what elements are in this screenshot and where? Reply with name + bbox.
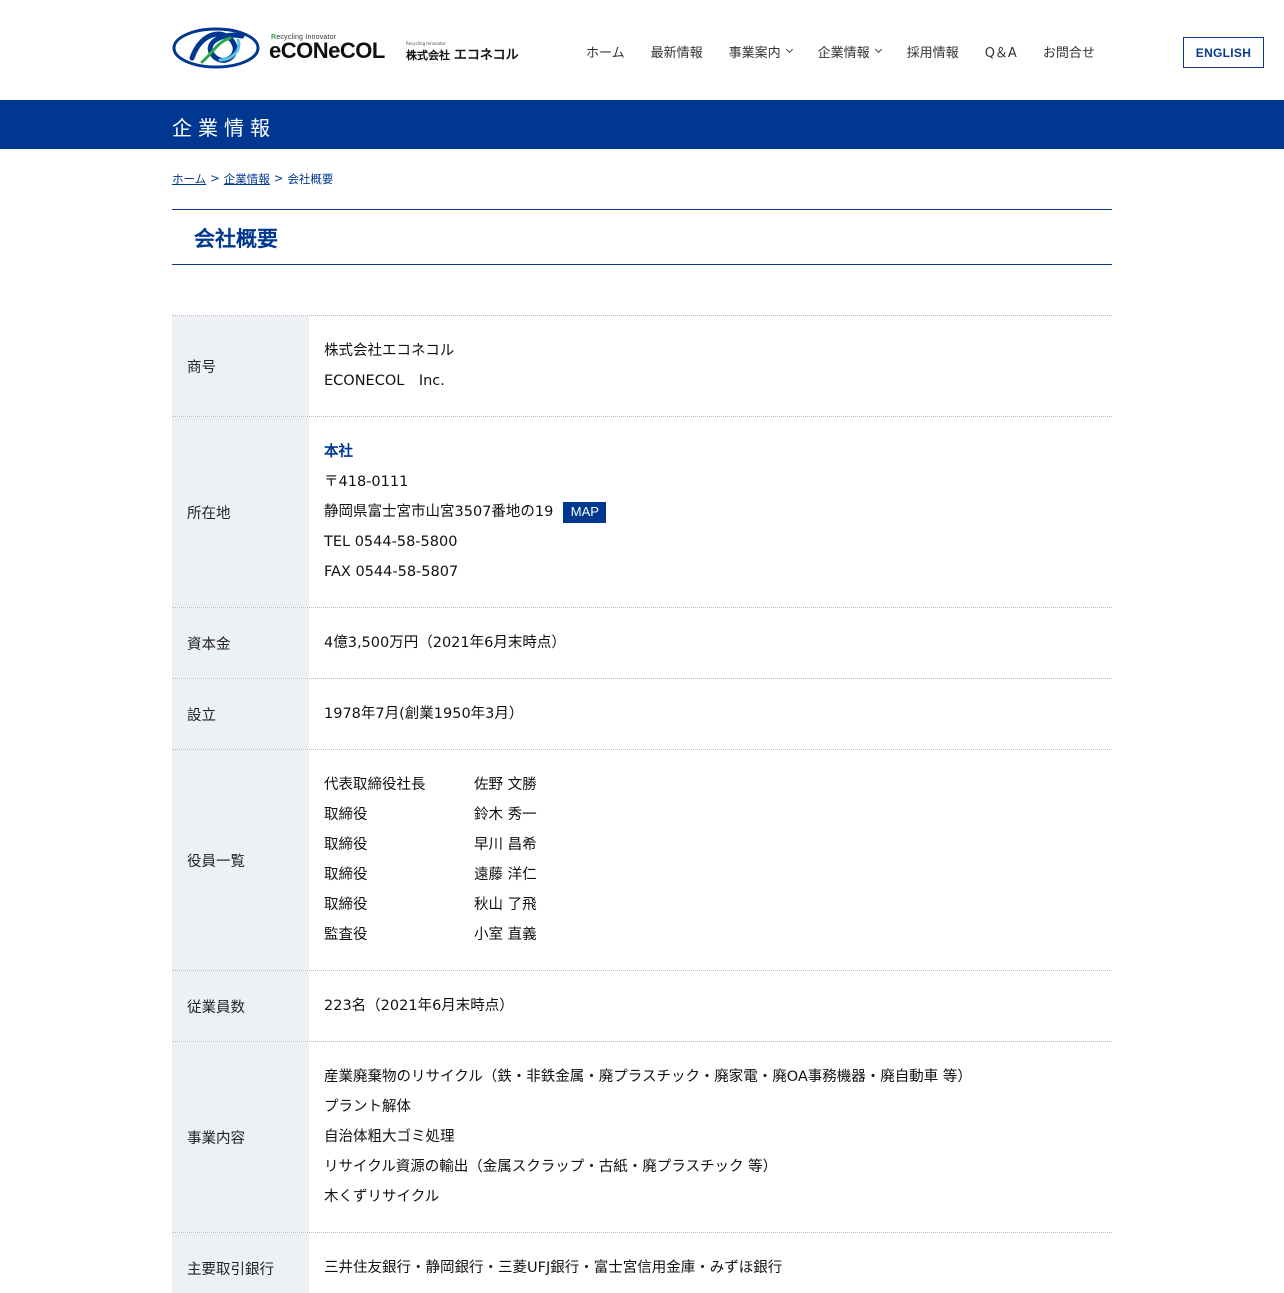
breadcrumb-separator: > [273, 171, 284, 185]
officer-item: 監査役 小室 直義 [324, 927, 537, 943]
site-logo[interactable]: Recycling Innovator eCONeCOL Recycling I… [172, 24, 522, 74]
nav-contact[interactable]: お問合せ [1043, 42, 1095, 61]
logo-japanese-name: Recycling Innovator 株式会社 エコネコル [406, 41, 519, 63]
table-row: 従業員数 223名（2021年6月末時点） [172, 971, 1112, 1042]
postal-code: 〒418-0111 [324, 474, 409, 490]
chevron-down-icon [874, 45, 882, 53]
breadcrumb-home[interactable]: ホーム [172, 171, 206, 187]
address-line: 静岡県富士宮市山宮3507番地の19 MAP [324, 497, 1097, 527]
row-value-capital: 4億3,500万円（2021年6月末時点） [324, 635, 566, 651]
row-value-banks: 三井住友銀行・静岡銀行・三菱UFJ銀行・富士宮信用金庫・みずほ銀行 [324, 1260, 783, 1276]
nav-qa[interactable]: Q＆A [985, 42, 1017, 61]
table-row: 事業内容 産業廃棄物のリサイクル（鉄・非鉄金属・廃プラスチック・廃家電・廃OA事… [172, 1042, 1112, 1233]
breadcrumb-current: 会社概要 [287, 172, 334, 186]
row-label-business: 事業内容 [172, 1042, 309, 1232]
row-value-officers: 代表取締役社長 佐野 文勝 取締役 鈴木 秀一 取締役 早川 昌希 取締役 遠藤 洋仁 … [309, 750, 1112, 970]
section-title: 企業情報 [172, 116, 276, 140]
row-label-capital: 資本金 [172, 608, 309, 678]
fax: FAX 0544-58-5807 [324, 564, 459, 580]
english-button[interactable]: ENGLISH [1183, 37, 1264, 68]
officer-item: 取締役 遠藤 洋仁 [324, 867, 537, 883]
breadcrumb: ホーム > 企業情報 > 会社概要 [172, 171, 333, 187]
page-heading: 会社概要 [172, 209, 1112, 265]
row-value-established: 1978年7月(創業1950年3月） [324, 706, 524, 722]
map-button[interactable]: MAP [563, 501, 607, 523]
officer-item: 代表取締役社長 佐野 文勝 [324, 777, 537, 793]
table-row: 役員一覧 代表取締役社長 佐野 文勝 取締役 鈴木 秀一 取締役 早川 昌希 取締役遠… [172, 750, 1112, 971]
row-label-location: 所在地 [172, 417, 309, 607]
row-value-employees: 223名（2021年6月末時点） [324, 998, 514, 1014]
nav-business[interactable]: 事業案内 [729, 42, 793, 61]
page-title: 会社概要 [194, 227, 278, 251]
tel: TEL 0544-58-5800 [324, 534, 458, 550]
breadcrumb-separator: > [210, 171, 220, 185]
officer-item: 取締役 秋山 了飛 [324, 897, 537, 913]
nav-home[interactable]: ホーム [586, 42, 625, 61]
row-label-officers: 役員一覧 [172, 750, 309, 970]
logo-wordmark: eCONeCOL [269, 38, 385, 63]
row-value-trade-name: 株式会社エコネコル ECONECOL Inc. [324, 343, 455, 389]
site-header: Recycling Innovator eCONeCOL Recycling I… [0, 0, 1284, 100]
table-row: 所在地 本社 〒418-0111 静岡県富士宮市山宮3507番地の19 MAP … [172, 417, 1112, 608]
global-nav: ホーム 最新情報 事業案内 企業情報 採用情報 Q＆A お問合せ [573, 42, 1108, 61]
table-row: 資本金 4億3,500万円（2021年6月末時点） [172, 608, 1112, 679]
chevron-down-icon [785, 45, 793, 53]
table-row: 商号 株式会社エコネコル ECONECOL Inc. [172, 316, 1112, 417]
nav-recruit[interactable]: 採用情報 [907, 42, 959, 61]
officer-item: 取締役 鈴木 秀一 [324, 807, 537, 823]
head-office-label: 本社 [324, 444, 353, 460]
logo-mark-icon [172, 27, 260, 69]
row-label-established: 設立 [172, 679, 309, 749]
breadcrumb-company[interactable]: 企業情報 [224, 171, 270, 187]
section-band: 企業情報 [0, 100, 1284, 149]
row-label-trade-name: 商号 [172, 316, 309, 416]
nav-news[interactable]: 最新情報 [651, 42, 703, 61]
table-row: 設立 1978年7月(創業1950年3月） [172, 679, 1112, 750]
officer-item: 取締役 早川 昌希 [324, 837, 537, 853]
row-value-business: 産業廃棄物のリサイクル（鉄・非鉄金属・廃プラスチック・廃家電・廃OA事務機器・廃… [324, 1069, 972, 1205]
table-row: 主要取引銀行 三井住友銀行・静岡銀行・三菱UFJ銀行・富士宮信用金庫・みずほ銀行 [172, 1233, 1112, 1293]
row-label-banks: 主要取引銀行 [172, 1233, 309, 1293]
nav-company[interactable]: 企業情報 [818, 42, 882, 61]
row-label-employees: 従業員数 [172, 971, 309, 1041]
row-value-location: 本社 〒418-0111 静岡県富士宮市山宮3507番地の19 MAP TEL … [309, 417, 1112, 607]
company-info-table: 商号 株式会社エコネコル ECONECOL Inc. 所在地 本社 〒418-0… [172, 315, 1112, 1293]
